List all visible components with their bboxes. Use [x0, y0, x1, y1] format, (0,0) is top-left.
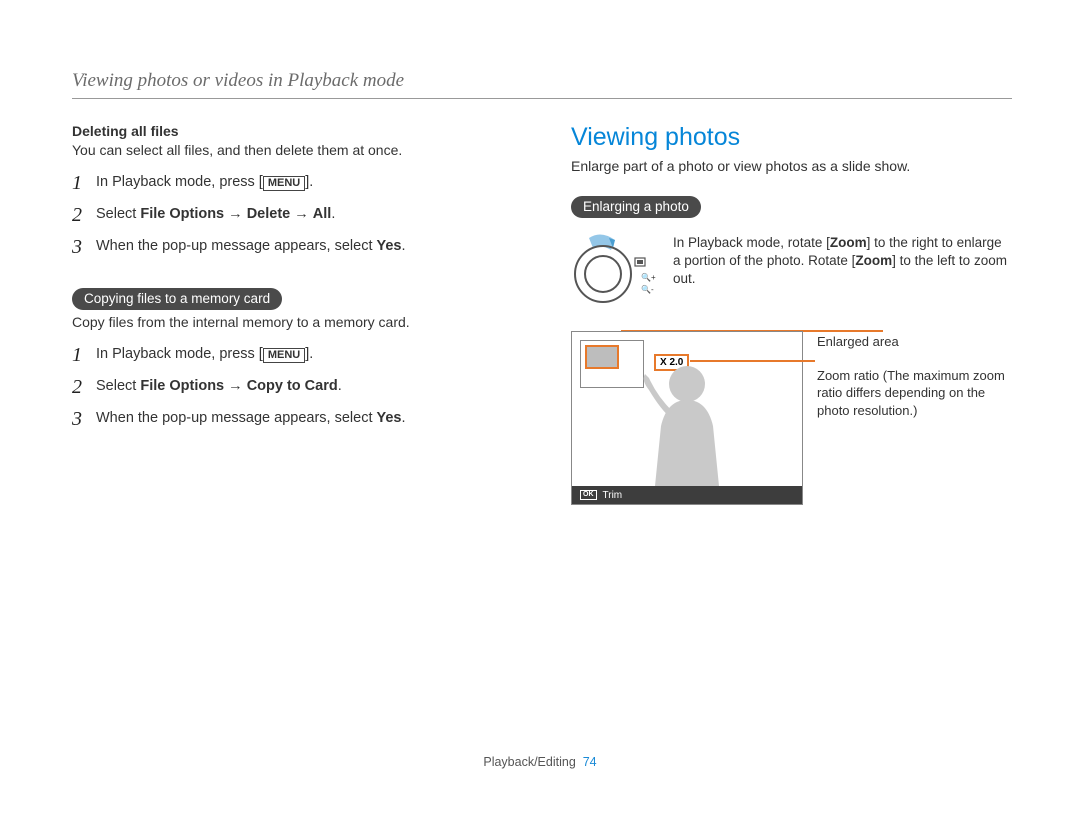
page-header: Viewing photos or videos in Playback mod… — [72, 70, 1012, 99]
svg-text:🔍+: 🔍+ — [641, 272, 656, 282]
trim-label: Trim — [603, 490, 623, 501]
silhouette-icon — [627, 356, 747, 486]
step-text: In Playback mode, press [MENU]. — [96, 172, 313, 193]
ok-icon: OK — [580, 490, 597, 500]
step-item: 3 When the pop-up message appears, selec… — [72, 408, 513, 430]
step-bold: Delete — [247, 206, 291, 222]
step-item: 3 When the pop-up message appears, selec… — [72, 236, 513, 258]
step-text: When the pop-up message appears, select … — [96, 236, 406, 257]
footer-section: Playback/Editing — [483, 755, 575, 769]
arrow-icon: → — [290, 206, 313, 222]
step-number: 2 — [72, 376, 96, 398]
step-text-fragment: . — [331, 206, 335, 222]
step-text-fragment: In Playback mode, press [ — [96, 346, 263, 362]
deleting-subhead: Deleting all files — [72, 123, 513, 139]
step-bold: File Options — [140, 206, 224, 222]
copying-pill: Copying files to a memory card — [72, 288, 282, 310]
step-text-fragment: . — [402, 410, 406, 426]
step-number: 1 — [72, 344, 96, 366]
step-bold: Yes — [377, 410, 402, 426]
menu-button-icon: MENU — [263, 348, 305, 363]
step-text: When the pop-up message appears, select … — [96, 408, 406, 429]
step-text: In Playback mode, press [MENU]. — [96, 344, 313, 365]
zoom-instruction: In Playback mode, rotate [Zoom] to the r… — [673, 234, 1012, 289]
step-text-fragment: When the pop-up message appears, select — [96, 410, 377, 426]
step-text-fragment: . — [402, 238, 406, 254]
viewing-photos-title: Viewing photos — [571, 123, 1012, 152]
text-bold: Zoom — [830, 235, 867, 250]
step-item: 2 Select File Options → Copy to Card. — [72, 376, 513, 398]
step-bold: File Options — [140, 378, 224, 394]
step-bold: All — [313, 206, 332, 222]
camera-screen-illustration: X 2.0 OK Trim Enlarged area Zoom ratio (… — [571, 331, 1012, 505]
step-text-fragment: . — [338, 378, 342, 394]
callout-zoom-ratio: Zoom ratio (The maximum zoom ratio diffe… — [817, 367, 1007, 420]
svg-text:🔍-: 🔍- — [641, 284, 654, 294]
step-text-fragment: Select — [96, 206, 140, 222]
menu-button-icon: MENU — [263, 176, 305, 191]
deleting-steps: 1 In Playback mode, press [MENU]. 2 Sele… — [72, 172, 513, 258]
step-text-fragment: ]. — [305, 174, 313, 190]
page-footer: Playback/Editing 74 — [0, 755, 1080, 769]
arrow-icon: → — [224, 206, 247, 222]
step-number: 3 — [72, 408, 96, 430]
step-item: 1 In Playback mode, press [MENU]. — [72, 344, 513, 366]
copying-steps: 1 In Playback mode, press [MENU]. 2 Sele… — [72, 344, 513, 430]
viewing-intro: Enlarge part of a photo or view photos a… — [571, 158, 1012, 174]
step-number: 2 — [72, 204, 96, 226]
copying-intro: Copy files from the internal memory to a… — [72, 314, 513, 330]
step-text: Select File Options → Delete → All. — [96, 204, 335, 225]
step-text-fragment: ]. — [305, 346, 313, 362]
step-text: Select File Options → Copy to Card. — [96, 376, 342, 397]
enlarging-pill: Enlarging a photo — [571, 196, 701, 218]
zoom-dial-icon: 🔍+ 🔍- — [571, 234, 659, 313]
callout-enlarged-area: Enlarged area — [817, 333, 1007, 351]
step-text-fragment: When the pop-up message appears, select — [96, 238, 377, 254]
trim-bar: OK Trim — [572, 486, 802, 504]
step-text-fragment: In Playback mode, press [ — [96, 174, 263, 190]
step-number: 3 — [72, 236, 96, 258]
step-item: 2 Select File Options → Delete → All. — [72, 204, 513, 226]
right-column: Viewing photos Enlarge part of a photo o… — [571, 123, 1012, 505]
deleting-intro: You can select all files, and then delet… — [72, 142, 513, 158]
step-bold: Yes — [377, 238, 402, 254]
step-number: 1 — [72, 172, 96, 194]
left-column: Deleting all files You can select all fi… — [72, 123, 513, 505]
step-text-fragment: Select — [96, 378, 140, 394]
screen-frame: X 2.0 OK Trim — [571, 331, 803, 505]
page-number: 74 — [583, 755, 597, 769]
arrow-icon: → — [224, 378, 247, 394]
text-bold: Zoom — [855, 253, 892, 268]
text-fragment: In Playback mode, rotate [ — [673, 235, 830, 250]
step-item: 1 In Playback mode, press [MENU]. — [72, 172, 513, 194]
step-bold: Copy to Card — [247, 378, 338, 394]
